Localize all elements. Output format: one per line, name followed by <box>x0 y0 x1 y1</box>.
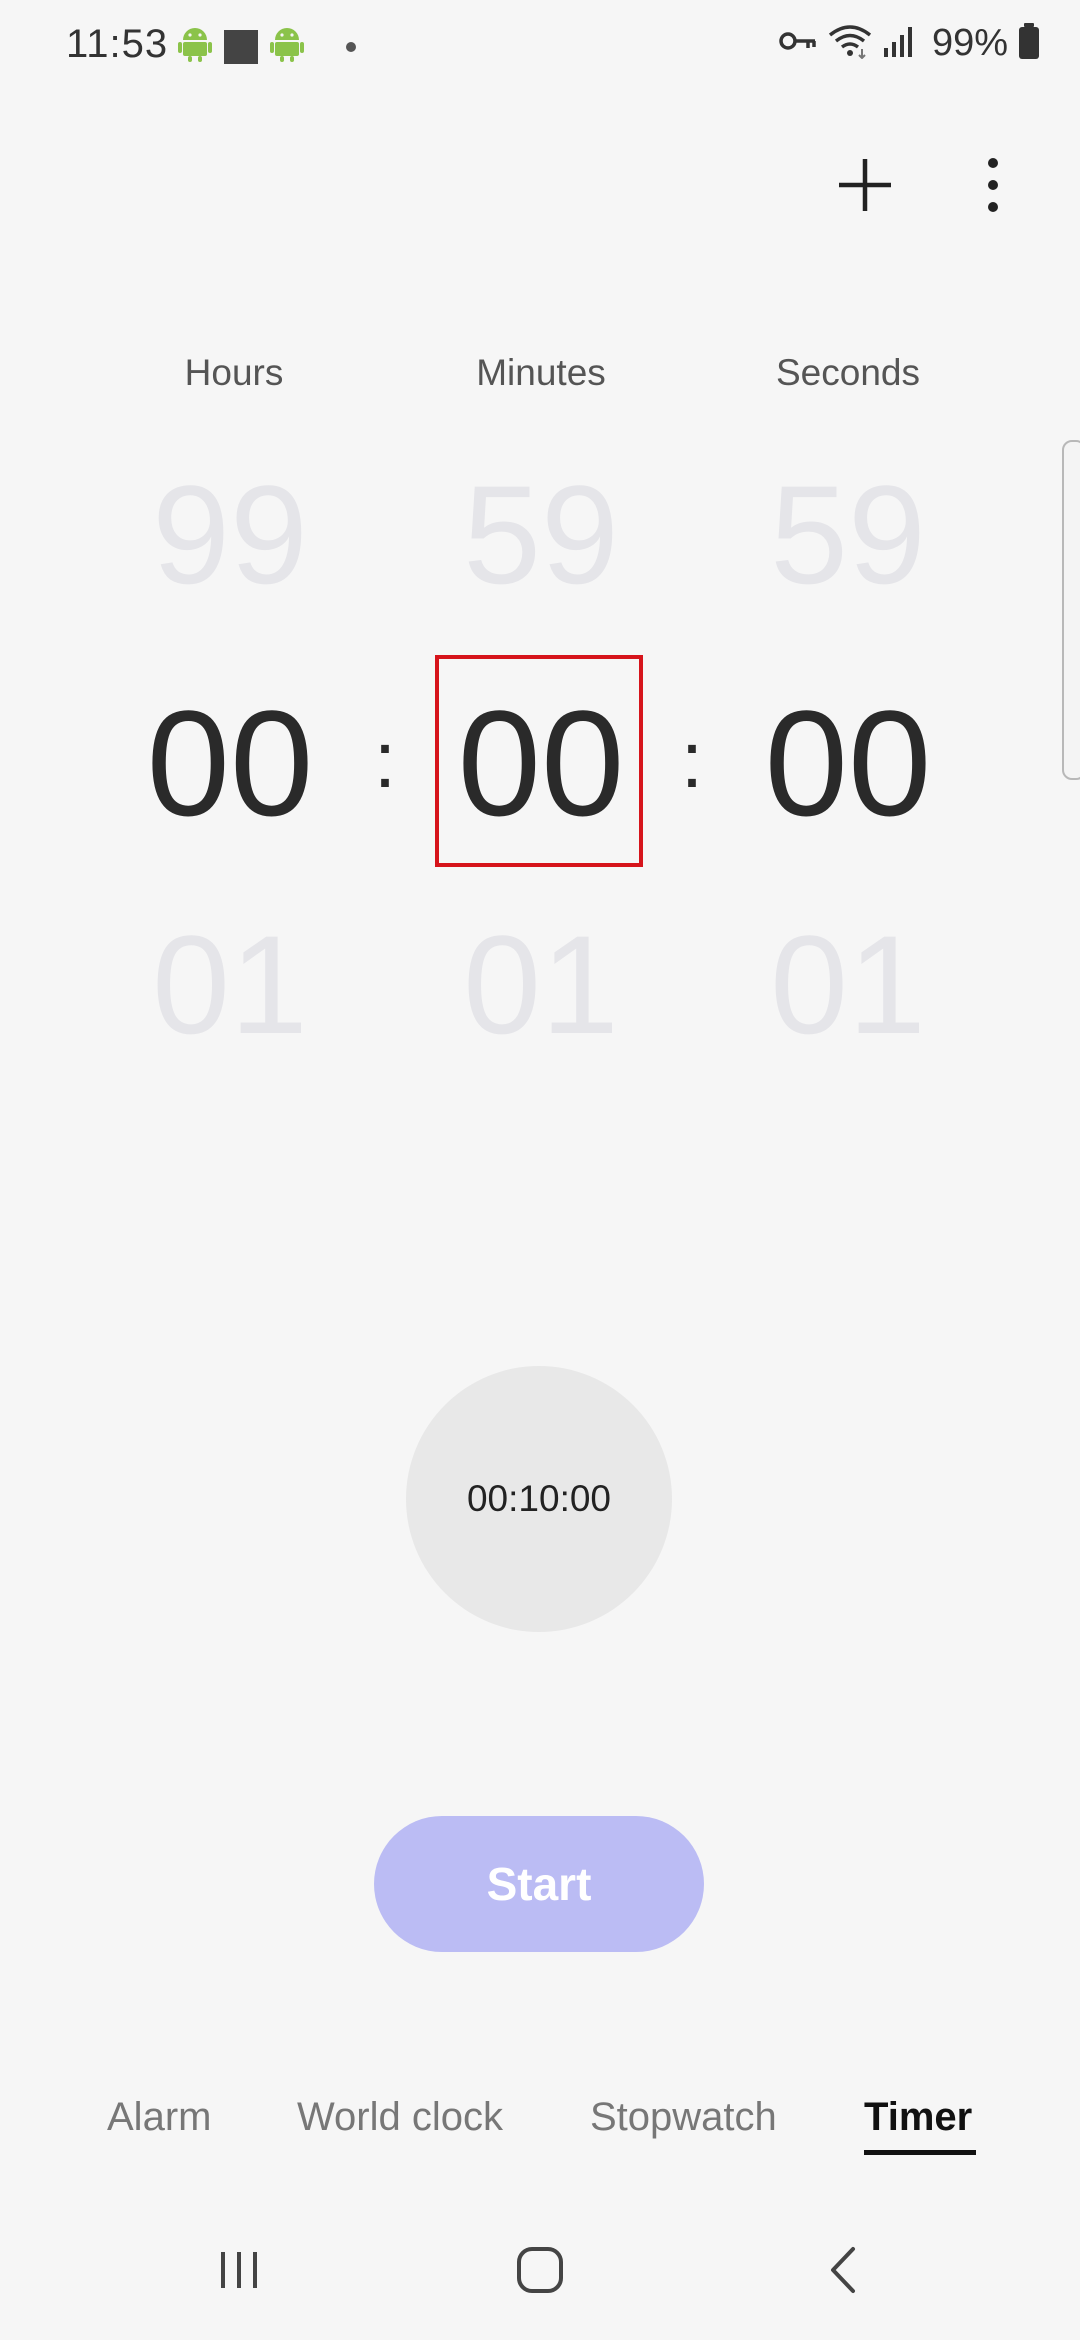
seconds-previous-value[interactable]: 59 <box>718 465 978 605</box>
plus-icon <box>839 159 891 211</box>
minutes-seconds-separator: : <box>680 715 704 804</box>
back-button[interactable] <box>793 2220 893 2320</box>
navigation-bar <box>0 2220 1080 2320</box>
start-button-label: Start <box>486 1858 592 1910</box>
tab-world-clock[interactable]: World clock <box>297 2095 503 2140</box>
active-tab-indicator <box>864 2150 976 2155</box>
recent-apps-icon <box>221 2252 257 2288</box>
tab-stopwatch[interactable]: Stopwatch <box>590 2095 777 2140</box>
signal-icon <box>882 24 916 63</box>
more-options-icon <box>988 158 998 212</box>
recent-apps-button[interactable] <box>189 2220 289 2320</box>
preset-timer-button[interactable]: 00:10:00 <box>406 1366 672 1632</box>
more-options-button[interactable] <box>958 150 1028 220</box>
wifi-icon <box>828 23 872 64</box>
seconds-next-value[interactable]: 01 <box>718 915 978 1055</box>
hours-minutes-separator: : <box>373 715 397 804</box>
home-icon <box>517 2247 563 2293</box>
preset-timer-label: 00:10:00 <box>466 1478 612 1519</box>
hours-label: Hours <box>184 352 284 393</box>
back-icon <box>831 2247 855 2293</box>
system-icons: 99% <box>778 22 1040 65</box>
hours-value[interactable]: 00 <box>100 688 360 838</box>
minutes-label: Minutes <box>476 352 606 393</box>
dot-icon <box>346 41 356 52</box>
seconds-value[interactable]: 00 <box>718 688 978 838</box>
minutes-next-value[interactable]: 01 <box>411 915 671 1055</box>
header-actions <box>830 150 1028 220</box>
minutes-focus-outline <box>435 655 643 867</box>
android-icon <box>178 26 212 67</box>
tab-timer[interactable]: Timer <box>864 2095 972 2140</box>
battery-icon <box>1018 23 1040 64</box>
home-button[interactable] <box>490 2220 590 2320</box>
tab-alarm[interactable]: Alarm <box>107 2095 211 2140</box>
status-bar: 11:53 99% <box>0 0 1080 96</box>
add-preset-button[interactable] <box>830 150 900 220</box>
square-icon <box>224 29 258 64</box>
notification-icons <box>178 26 356 67</box>
start-button[interactable]: Start <box>374 1816 704 1952</box>
hours-next-value[interactable]: 01 <box>100 915 360 1055</box>
hours-previous-value[interactable]: 99 <box>100 465 360 605</box>
edge-panel-handle[interactable] <box>1062 440 1080 780</box>
vpn-key-icon <box>778 26 818 61</box>
status-time: 11:53 <box>66 22 169 66</box>
minutes-previous-value[interactable]: 59 <box>411 465 671 605</box>
seconds-label: Seconds <box>776 352 920 393</box>
android-icon <box>270 26 304 67</box>
battery-percent: 99% <box>931 22 1008 64</box>
